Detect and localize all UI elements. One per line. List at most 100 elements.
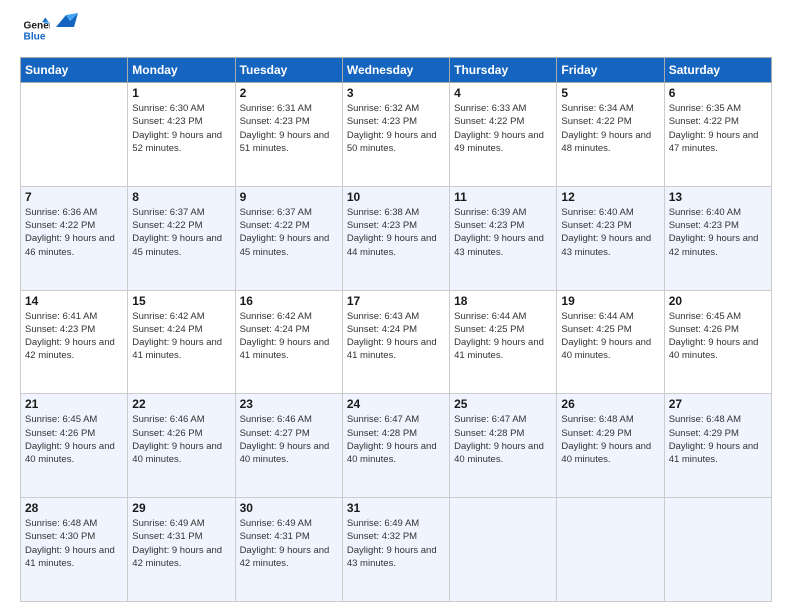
calendar-cell: 1 Sunrise: 6:30 AMSunset: 4:23 PMDayligh…	[128, 83, 235, 187]
day-info: Sunrise: 6:49 AMSunset: 4:31 PMDaylight:…	[132, 517, 230, 570]
calendar-week-row-4: 21 Sunrise: 6:45 AMSunset: 4:26 PMDaylig…	[21, 394, 772, 498]
day-info: Sunrise: 6:45 AMSunset: 4:26 PMDaylight:…	[669, 310, 767, 363]
day-number: 22	[132, 397, 230, 411]
logo-bird-icon	[56, 13, 78, 29]
day-number: 2	[240, 86, 338, 100]
calendar-cell: 23 Sunrise: 6:46 AMSunset: 4:27 PMDaylig…	[235, 394, 342, 498]
day-info: Sunrise: 6:40 AMSunset: 4:23 PMDaylight:…	[669, 206, 767, 259]
day-info: Sunrise: 6:37 AMSunset: 4:22 PMDaylight:…	[240, 206, 338, 259]
calendar-table: SundayMondayTuesdayWednesdayThursdayFrid…	[20, 57, 772, 602]
weekday-header-sunday: Sunday	[21, 58, 128, 83]
day-number: 1	[132, 86, 230, 100]
day-info: Sunrise: 6:35 AMSunset: 4:22 PMDaylight:…	[669, 102, 767, 155]
weekday-header-monday: Monday	[128, 58, 235, 83]
day-info: Sunrise: 6:41 AMSunset: 4:23 PMDaylight:…	[25, 310, 123, 363]
svg-text:Blue: Blue	[24, 31, 46, 42]
day-info: Sunrise: 6:37 AMSunset: 4:22 PMDaylight:…	[132, 206, 230, 259]
day-number: 16	[240, 294, 338, 308]
day-number: 27	[669, 397, 767, 411]
calendar-week-row-2: 7 Sunrise: 6:36 AMSunset: 4:22 PMDayligh…	[21, 186, 772, 290]
day-info: Sunrise: 6:45 AMSunset: 4:26 PMDaylight:…	[25, 413, 123, 466]
day-info: Sunrise: 6:46 AMSunset: 4:26 PMDaylight:…	[132, 413, 230, 466]
calendar-cell: 15 Sunrise: 6:42 AMSunset: 4:24 PMDaylig…	[128, 290, 235, 394]
day-number: 29	[132, 501, 230, 515]
day-info: Sunrise: 6:31 AMSunset: 4:23 PMDaylight:…	[240, 102, 338, 155]
day-info: Sunrise: 6:38 AMSunset: 4:23 PMDaylight:…	[347, 206, 445, 259]
day-info: Sunrise: 6:33 AMSunset: 4:22 PMDaylight:…	[454, 102, 552, 155]
calendar-cell: 11 Sunrise: 6:39 AMSunset: 4:23 PMDaylig…	[450, 186, 557, 290]
day-number: 26	[561, 397, 659, 411]
weekday-header-saturday: Saturday	[664, 58, 771, 83]
day-info: Sunrise: 6:44 AMSunset: 4:25 PMDaylight:…	[561, 310, 659, 363]
day-info: Sunrise: 6:49 AMSunset: 4:32 PMDaylight:…	[347, 517, 445, 570]
day-number: 11	[454, 190, 552, 204]
weekday-header-thursday: Thursday	[450, 58, 557, 83]
weekday-header-friday: Friday	[557, 58, 664, 83]
day-number: 12	[561, 190, 659, 204]
day-number: 7	[25, 190, 123, 204]
calendar-cell: 14 Sunrise: 6:41 AMSunset: 4:23 PMDaylig…	[21, 290, 128, 394]
calendar-cell: 30 Sunrise: 6:49 AMSunset: 4:31 PMDaylig…	[235, 498, 342, 602]
calendar-cell: 2 Sunrise: 6:31 AMSunset: 4:23 PMDayligh…	[235, 83, 342, 187]
day-number: 19	[561, 294, 659, 308]
calendar-cell: 18 Sunrise: 6:44 AMSunset: 4:25 PMDaylig…	[450, 290, 557, 394]
calendar-cell: 9 Sunrise: 6:37 AMSunset: 4:22 PMDayligh…	[235, 186, 342, 290]
calendar-cell: 17 Sunrise: 6:43 AMSunset: 4:24 PMDaylig…	[342, 290, 449, 394]
calendar-cell: 4 Sunrise: 6:33 AMSunset: 4:22 PMDayligh…	[450, 83, 557, 187]
day-number: 20	[669, 294, 767, 308]
calendar-page: General Blue	[0, 0, 792, 612]
calendar-cell: 25 Sunrise: 6:47 AMSunset: 4:28 PMDaylig…	[450, 394, 557, 498]
calendar-cell: 13 Sunrise: 6:40 AMSunset: 4:23 PMDaylig…	[664, 186, 771, 290]
day-number: 21	[25, 397, 123, 411]
calendar-cell: 31 Sunrise: 6:49 AMSunset: 4:32 PMDaylig…	[342, 498, 449, 602]
calendar-cell: 3 Sunrise: 6:32 AMSunset: 4:23 PMDayligh…	[342, 83, 449, 187]
day-info: Sunrise: 6:42 AMSunset: 4:24 PMDaylight:…	[240, 310, 338, 363]
day-number: 8	[132, 190, 230, 204]
day-number: 9	[240, 190, 338, 204]
logo-icon: General Blue	[22, 16, 50, 44]
calendar-cell: 10 Sunrise: 6:38 AMSunset: 4:23 PMDaylig…	[342, 186, 449, 290]
day-info: Sunrise: 6:46 AMSunset: 4:27 PMDaylight:…	[240, 413, 338, 466]
day-info: Sunrise: 6:36 AMSunset: 4:22 PMDaylight:…	[25, 206, 123, 259]
calendar-cell	[450, 498, 557, 602]
calendar-cell: 6 Sunrise: 6:35 AMSunset: 4:22 PMDayligh…	[664, 83, 771, 187]
calendar-cell: 27 Sunrise: 6:48 AMSunset: 4:29 PMDaylig…	[664, 394, 771, 498]
calendar-cell: 21 Sunrise: 6:45 AMSunset: 4:26 PMDaylig…	[21, 394, 128, 498]
calendar-week-row-5: 28 Sunrise: 6:48 AMSunset: 4:30 PMDaylig…	[21, 498, 772, 602]
day-number: 4	[454, 86, 552, 100]
calendar-cell: 12 Sunrise: 6:40 AMSunset: 4:23 PMDaylig…	[557, 186, 664, 290]
day-number: 25	[454, 397, 552, 411]
day-number: 24	[347, 397, 445, 411]
day-info: Sunrise: 6:49 AMSunset: 4:31 PMDaylight:…	[240, 517, 338, 570]
calendar-cell: 5 Sunrise: 6:34 AMSunset: 4:22 PMDayligh…	[557, 83, 664, 187]
day-number: 23	[240, 397, 338, 411]
day-number: 10	[347, 190, 445, 204]
calendar-cell	[557, 498, 664, 602]
day-number: 6	[669, 86, 767, 100]
calendar-header-row: SundayMondayTuesdayWednesdayThursdayFrid…	[21, 58, 772, 83]
day-info: Sunrise: 6:34 AMSunset: 4:22 PMDaylight:…	[561, 102, 659, 155]
day-info: Sunrise: 6:47 AMSunset: 4:28 PMDaylight:…	[347, 413, 445, 466]
day-number: 28	[25, 501, 123, 515]
day-number: 18	[454, 294, 552, 308]
day-number: 14	[25, 294, 123, 308]
weekday-header-wednesday: Wednesday	[342, 58, 449, 83]
calendar-cell: 20 Sunrise: 6:45 AMSunset: 4:26 PMDaylig…	[664, 290, 771, 394]
day-info: Sunrise: 6:43 AMSunset: 4:24 PMDaylight:…	[347, 310, 445, 363]
logo: General Blue	[20, 16, 78, 49]
calendar-cell: 24 Sunrise: 6:47 AMSunset: 4:28 PMDaylig…	[342, 394, 449, 498]
day-number: 3	[347, 86, 445, 100]
day-number: 30	[240, 501, 338, 515]
day-number: 31	[347, 501, 445, 515]
day-info: Sunrise: 6:30 AMSunset: 4:23 PMDaylight:…	[132, 102, 230, 155]
day-info: Sunrise: 6:44 AMSunset: 4:25 PMDaylight:…	[454, 310, 552, 363]
day-info: Sunrise: 6:48 AMSunset: 4:29 PMDaylight:…	[669, 413, 767, 466]
calendar-cell: 16 Sunrise: 6:42 AMSunset: 4:24 PMDaylig…	[235, 290, 342, 394]
header: General Blue	[20, 16, 772, 49]
day-info: Sunrise: 6:39 AMSunset: 4:23 PMDaylight:…	[454, 206, 552, 259]
weekday-header-tuesday: Tuesday	[235, 58, 342, 83]
day-info: Sunrise: 6:32 AMSunset: 4:23 PMDaylight:…	[347, 102, 445, 155]
day-info: Sunrise: 6:42 AMSunset: 4:24 PMDaylight:…	[132, 310, 230, 363]
calendar-week-row-3: 14 Sunrise: 6:41 AMSunset: 4:23 PMDaylig…	[21, 290, 772, 394]
day-number: 17	[347, 294, 445, 308]
